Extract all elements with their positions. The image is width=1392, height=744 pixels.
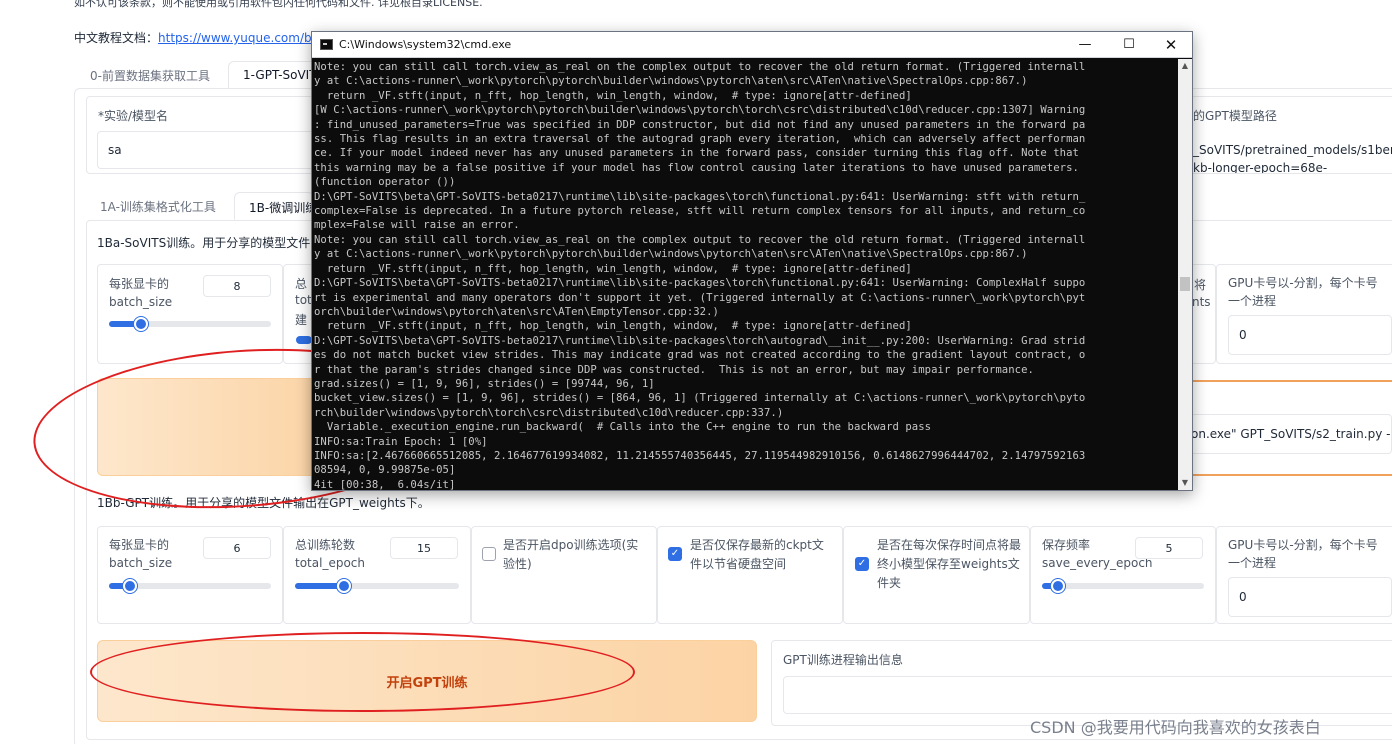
scroll-down-icon[interactable]: ▼ [1178,476,1192,490]
tab-1b-finetune[interactable]: 1B-微调训练 [234,192,314,220]
console-line: rt is experimental and many operators do… [314,291,1086,304]
gpt-path-value[interactable]: _SoVITS/pretrained_models/s1bert25 [1193,143,1392,157]
console-line: es do not match bucket view strides. Thi… [314,349,1086,362]
cmd-scrollbar[interactable]: ▲ ▼ [1178,59,1192,490]
console-line: grad.sizes() = [1, 9, 96], strides() = [… [314,377,655,390]
gpt-path-label: 练的GPT模型路径 [1181,109,1277,123]
console-line: INFO:sa:[2.467660665512085, 2.1646776199… [314,449,1086,462]
sovits-gpu-input[interactable]: 0 [1228,315,1392,355]
sovits-epoch-label-3: 建 [295,313,308,327]
console-line: r that the param's strides changed since… [314,363,1034,376]
sovits-batch-input[interactable]: 8 [203,275,271,297]
gpt-dpo-checkbox[interactable] [482,547,496,561]
sovits-title: 1Ba-SoVITS训练。用于分享的模型文件 [97,236,311,250]
sovits-cmd-output[interactable]: on.exe" GPT_SoVITS/s2_train.py -- [1180,414,1392,454]
sovits-batch-slider-thumb[interactable] [134,317,148,331]
console-line: [W C:\actions-runner\_work\pytorch\pytor… [314,104,1086,117]
gpt-gpu-input[interactable]: 0 [1228,577,1392,617]
console-line: return _VF.stft(input, n_fft, hop_length… [314,89,912,102]
cmd-title: C:\Windows\system32\cmd.exe [339,38,512,51]
gpt-latest-label: 是否仅保存最新的ckpt文件以节省硬盘空间 [690,538,824,571]
doc-link[interactable]: https://www.yuque.com/bai [158,31,322,45]
red-annotation-ellipse-gpt [90,632,635,712]
console-line: ce. If your model indeed never has any u… [314,147,1079,160]
gpt-save-track[interactable] [1042,583,1204,589]
console-line: Note: you can still call torch.view_as_r… [314,233,1086,246]
cmd-titlebar[interactable]: C:\Windows\system32\cmd.exe — ☐ ✕ [312,32,1192,58]
doc-line: 中文教程文档：https://www.yuque.com/bai [74,29,322,46]
console-line: orch\builder\windows\pytorch\aten\src\AT… [314,305,719,318]
console-line: INFO:sa:Train Epoch: 1 [0%] [314,435,488,448]
gpt-dpo-label: 是否开启dpo训练选项(实验性) [503,538,639,571]
cmd-window[interactable]: C:\Windows\system32\cmd.exe — ☐ ✕ Note: … [311,31,1193,491]
license-notice: 如不认可该条款，则不能使用或引用软件包内任何代码和文件. 详见根目录LICENS… [74,0,483,9]
sovits-output-bottom-border [1190,474,1392,476]
console-line: Variable._execution_engine.run_backward(… [314,421,932,434]
cmd-scrollbar-thumb[interactable] [1180,277,1190,291]
console-line: D:\GPT-SoVITS\beta\GPT-SoVITS-beta0217\r… [314,277,1086,290]
console-line: rch\builder\windows\pytorch\torch\csrc\d… [314,406,784,419]
console-line: return _VF.stft(input, n_fft, hop_length… [314,320,912,333]
console-line: y at C:\actions-runner\_work\pytorch\pyt… [314,75,1028,88]
cmd-app-icon [320,39,333,50]
maximize-icon[interactable]: ☐ [1108,32,1150,58]
minimize-icon[interactable]: — [1064,32,1106,58]
sovits-epoch-slider-fragment[interactable] [296,336,312,344]
gpt-output-label: GPT训练进程输出信息 [783,653,903,667]
gpt-save-slider-thumb[interactable] [1051,579,1065,593]
gpt-path-value-2: kb-longer-epoch=68e- [1193,161,1328,173]
console-line: return _VF.stft(input, n_fft, hop_length… [314,262,912,275]
console-line: 4it [00:38, 6.04s/it]_ [314,478,462,490]
gpt-latest-checkbox[interactable]: ✓ [668,547,682,561]
csdn-watermark: CSDN @我要用代码向我喜欢的女孩表白 [1030,718,1321,737]
gpt-epoch-slider-thumb[interactable] [337,579,351,593]
scroll-up-icon[interactable]: ▲ [1178,59,1192,73]
gpt-epoch-input[interactable]: 15 [390,537,458,559]
console-cursor: _ [455,478,462,490]
console-line: : find_unused_parameters=True was specif… [314,118,1086,131]
console-line: complex=False is deprecated. In a future… [314,205,1086,218]
console-line: D:\GPT-SoVITS\beta\GPT-SoVITS-beta0217\r… [314,334,1086,347]
gpt-batch-slider-thumb[interactable] [123,579,137,593]
console-line: bucket_view.sizes() = [1, 9, 96], stride… [314,392,1086,405]
sovits-gpu-label: GPU卡号以-分割，每个卡号一个进程 [1228,276,1378,308]
gpt-weights-checkbox[interactable]: ✓ [855,557,869,571]
console-line: Note: you can still call torch.view_as_r… [314,61,1086,73]
sovits-right-frag-1: 将 [1194,278,1207,292]
tab-gpt-sovits[interactable]: 1-GPT-SoVITS [228,61,318,89]
tab-dataset-tools[interactable]: 0-前置数据集获取工具 [76,61,224,89]
console-line: mplex=False will raise an error. [314,219,520,232]
console-line: 08594, 0, 9.99875e-05] [314,464,456,477]
console-line: (function operator ()) [314,176,456,189]
gpt-batch-input[interactable]: 6 [203,537,271,559]
doc-label: 中文教程文档： [74,31,159,45]
tab-1a-format[interactable]: 1A-训练集格式化工具 [86,192,230,220]
sovits-batch-label: 每张显卡的 batch_size [109,277,173,309]
console-line: this warning may be a false positive if … [314,161,1079,174]
gpt-epoch-label: 总训练轮数 total_epoch [295,538,365,570]
console-line: D:\GPT-SoVITS\beta\GPT-SoVITS-beta0217\r… [314,190,1086,203]
sovits-right-frag-2: nts [1192,295,1211,309]
sovits-epoch-label-2: tot [295,293,312,307]
gpt-gpu-label: GPU卡号以-分割，每个卡号一个进程 [1228,538,1378,570]
gpt-batch-label: 每张显卡的 batch_size [109,538,173,570]
gpt-save-input[interactable]: 5 [1135,537,1203,559]
gpt-weights-label: 是否在每次保存时间点将最终小模型保存至weights文件夹 [877,538,1022,590]
console-line: y at C:\actions-runner\_work\pytorch\pyt… [314,248,1028,261]
gpt-output-field[interactable] [783,676,1392,714]
close-icon[interactable]: ✕ [1150,32,1192,58]
exp-name-label: *实验/模型名 [98,109,169,123]
sovits-epoch-label-1: 总 [295,277,308,291]
sovits-output-top-border [1190,380,1392,382]
cmd-console-output[interactable]: Note: you can still call torch.view_as_r… [313,59,1177,490]
console-line: ss. This flag results in an extra traver… [314,133,1086,146]
